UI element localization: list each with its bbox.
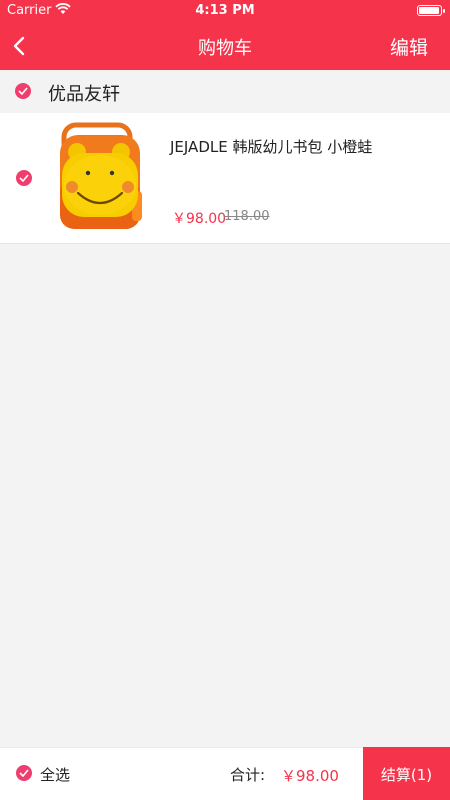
checkout-button[interactable]: 结算(1) — [363, 747, 450, 800]
page-title: 购物车 — [198, 38, 252, 59]
back-button[interactable] — [8, 34, 32, 58]
check-icon — [19, 769, 29, 777]
check-icon — [19, 174, 29, 182]
edit-button[interactable]: 编辑 — [390, 33, 428, 60]
item-checkbox[interactable] — [16, 170, 32, 186]
total-value: ￥98.00 — [281, 767, 339, 785]
battery-icon — [417, 5, 445, 16]
product-price: ￥98.00 — [172, 211, 227, 227]
navigation-bar: 购物车 编辑 — [0, 22, 450, 70]
battery-level — [419, 7, 439, 14]
select-all-label[interactable]: 全选 — [40, 764, 70, 785]
cart-item: JEJADLE 韩版幼儿书包 小橙蛙 ￥98.00 118.00 — [0, 113, 450, 244]
store-checkbox[interactable] — [15, 83, 31, 99]
status-bar: Carrier 4:13 PM — [0, 0, 450, 22]
status-time: 4:13 PM — [195, 3, 255, 18]
total-label: 合计: — [230, 766, 266, 784]
product-original-price: 118.00 — [224, 209, 270, 224]
store-name: 优品友轩 — [48, 84, 120, 105]
product-image[interactable] — [48, 121, 152, 237]
top-bar: Carrier 4:13 PM 购物车 编辑 — [0, 0, 450, 70]
chevron-left-icon — [13, 36, 25, 56]
checkout-bar: 全选 合计: ￥98.00 结算(1) — [0, 747, 450, 800]
store-header: 优品友轩 — [0, 70, 450, 113]
check-icon — [18, 87, 28, 95]
product-title[interactable]: JEJADLE 韩版幼儿书包 小橙蛙 — [170, 136, 372, 157]
select-all-checkbox[interactable] — [16, 765, 32, 781]
